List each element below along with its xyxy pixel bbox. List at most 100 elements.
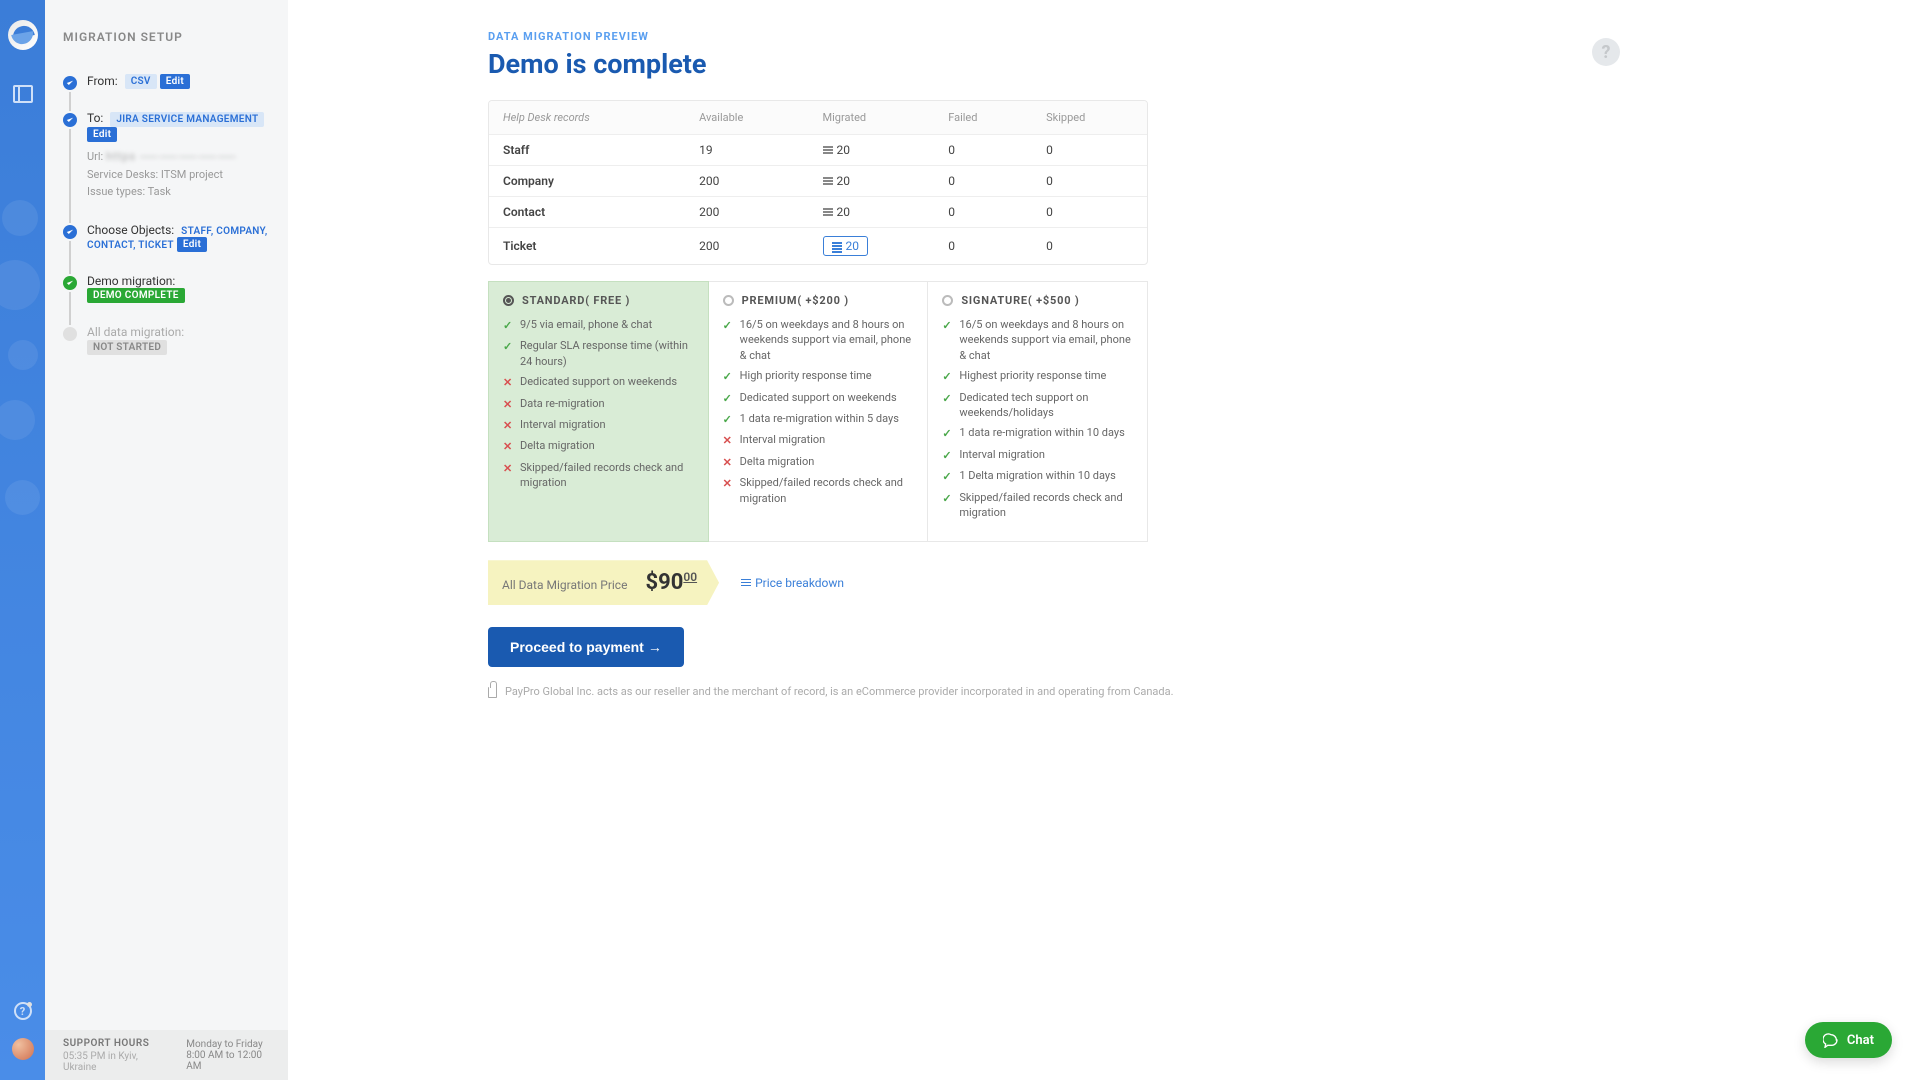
records-table: Help Desk records Available Migrated Fai…	[488, 100, 1148, 265]
record-failed: 0	[934, 228, 1032, 265]
main-content: ? DATA MIGRATION PREVIEW Demo is complet…	[288, 0, 1920, 1080]
step-from: From: CSV Edit	[63, 74, 270, 89]
table-row: Ticket2002000	[489, 228, 1147, 265]
record-available: 200	[685, 166, 808, 197]
record-failed: 0	[934, 166, 1032, 197]
price-cents: 00	[683, 570, 697, 584]
support-hours: 8:00 AM to 12:00 AM	[186, 1050, 270, 1072]
help-icon[interactable]: ?	[14, 1002, 32, 1020]
table-row: Staff19 20 00	[489, 135, 1147, 166]
plan-feature: ✓1 data re-migration within 10 days	[942, 425, 1133, 441]
record-name: Contact	[489, 197, 685, 228]
price-breakdown-link[interactable]: Price breakdown	[741, 576, 844, 590]
page-title: Demo is complete	[488, 48, 1920, 80]
plans-row: STANDARD( FREE ) ✓9/5 via email, phone & …	[488, 281, 1148, 542]
plan-name: PREMIUM( +$200 )	[742, 294, 849, 307]
list-icon	[741, 579, 751, 587]
col-migrated: Migrated	[809, 101, 935, 135]
plan-feature: ✓16/5 on weekdays and 8 hours on weekend…	[942, 317, 1133, 363]
edit-to-button[interactable]: Edit	[87, 127, 117, 142]
check-icon: ✓	[942, 318, 952, 363]
page-help-icon[interactable]: ?	[1592, 38, 1620, 66]
arrow-right-icon: →	[648, 639, 662, 655]
plan-selector[interactable]: STANDARD( FREE )	[503, 294, 694, 307]
record-migrated: 20	[823, 143, 851, 157]
col-skipped: Skipped	[1032, 101, 1147, 135]
check-icon: ✓	[723, 412, 733, 427]
cross-icon: ✕	[723, 455, 733, 470]
radio-icon	[723, 295, 734, 306]
record-name: Staff	[489, 135, 685, 166]
check-icon	[63, 113, 77, 127]
step-all-label: All data migration:	[87, 325, 184, 339]
cross-icon: ✕	[503, 461, 513, 491]
pending-icon	[63, 327, 77, 341]
radio-icon	[503, 295, 514, 306]
url-label: Url:	[87, 150, 103, 163]
cross-icon: ✕	[503, 397, 513, 412]
check-icon: ✓	[942, 391, 952, 421]
check-icon: ✓	[503, 339, 513, 369]
record-migrated[interactable]: 20	[823, 236, 869, 256]
step-to-value: JIRA SERVICE MANAGEMENT	[110, 112, 264, 127]
support-days: Monday to Friday	[186, 1039, 270, 1050]
record-skipped: 0	[1032, 135, 1147, 166]
col-failed: Failed	[934, 101, 1032, 135]
record-available: 200	[685, 197, 808, 228]
plan-feature: ✓16/5 on weekdays and 8 hours on weekend…	[723, 317, 914, 363]
plan-feature: ✓Interval migration	[942, 447, 1133, 463]
app-logo-icon[interactable]	[8, 20, 38, 50]
plan-feature: ✕Delta migration	[723, 454, 914, 470]
list-icon	[823, 146, 833, 154]
edit-from-button[interactable]: Edit	[160, 74, 190, 89]
plan-feature: ✓9/5 via email, phone & chat	[503, 317, 694, 333]
support-hours-box: SUPPORT HOURS 05:35 PM in Kyiv, Ukraine …	[45, 1030, 288, 1080]
edit-objects-button[interactable]: Edit	[177, 237, 207, 252]
plan-selector[interactable]: SIGNATURE( +$500 )	[942, 294, 1133, 307]
plan-feature: ✓Regular SLA response time (within 24 ho…	[503, 338, 694, 369]
plan-feature: ✓High priority response time	[723, 368, 914, 384]
check-icon: ✓	[723, 369, 733, 384]
avatar[interactable]	[12, 1038, 34, 1060]
plan-selector[interactable]: PREMIUM( +$200 )	[723, 294, 914, 307]
proceed-to-payment-button[interactable]: Proceed to payment→	[488, 627, 684, 667]
table-row: Contact2002000	[489, 197, 1147, 228]
url-value: https ⸺⸺⸺⸺⸺	[106, 150, 237, 163]
record-available: 19	[685, 135, 808, 166]
desk-label: Service Desks:	[87, 168, 158, 181]
nav-rail: ?	[0, 0, 45, 1080]
plan-card: PREMIUM( +$200 ) ✓16/5 on weekdays and 8 …	[709, 281, 929, 542]
step-to: To: JIRA SERVICE MANAGEMENT Edit Url: ht…	[63, 111, 270, 200]
chat-icon	[1823, 1032, 1839, 1048]
cross-icon: ✕	[503, 375, 513, 390]
plan-card: SIGNATURE( +$500 ) ✓16/5 on weekdays and …	[928, 281, 1148, 542]
price-whole: $90	[645, 570, 683, 595]
step-from-label: From:	[87, 74, 118, 88]
panel-icon[interactable]	[13, 85, 33, 103]
check-icon: ✓	[503, 318, 513, 333]
payment-disclaimer: PayPro Global Inc. acts as our reseller …	[488, 685, 1920, 698]
plan-feature: ✓Skipped/failed records check and migrat…	[942, 490, 1133, 521]
plan-name: SIGNATURE( +$500 )	[961, 294, 1079, 307]
issue-value: Task	[148, 185, 171, 198]
record-failed: 0	[934, 135, 1032, 166]
migration-setup-sidebar: MIGRATION SETUP From: CSV Edit To: JIRA …	[45, 0, 288, 1080]
lock-icon	[488, 687, 497, 698]
record-name: Ticket	[489, 228, 685, 265]
demo-complete-badge: DEMO COMPLETE	[87, 288, 185, 303]
not-started-badge: NOT STARTED	[87, 340, 167, 355]
record-migrated: 20	[823, 174, 851, 188]
plan-feature: ✕Data re-migration	[503, 396, 694, 412]
plan-feature: ✕Interval migration	[503, 417, 694, 433]
check-icon	[63, 276, 77, 290]
chat-button[interactable]: Chat	[1805, 1022, 1892, 1058]
page-eyebrow: DATA MIGRATION PREVIEW	[488, 30, 1920, 43]
check-icon: ✓	[723, 318, 733, 363]
plan-feature: ✕Skipped/failed records check and migrat…	[503, 460, 694, 491]
cross-icon: ✕	[723, 433, 733, 448]
check-icon: ✓	[942, 491, 952, 521]
record-failed: 0	[934, 197, 1032, 228]
record-skipped: 0	[1032, 228, 1147, 265]
check-icon: ✓	[723, 391, 733, 406]
step-demo: Demo migration: DEMO COMPLETE	[63, 274, 270, 303]
